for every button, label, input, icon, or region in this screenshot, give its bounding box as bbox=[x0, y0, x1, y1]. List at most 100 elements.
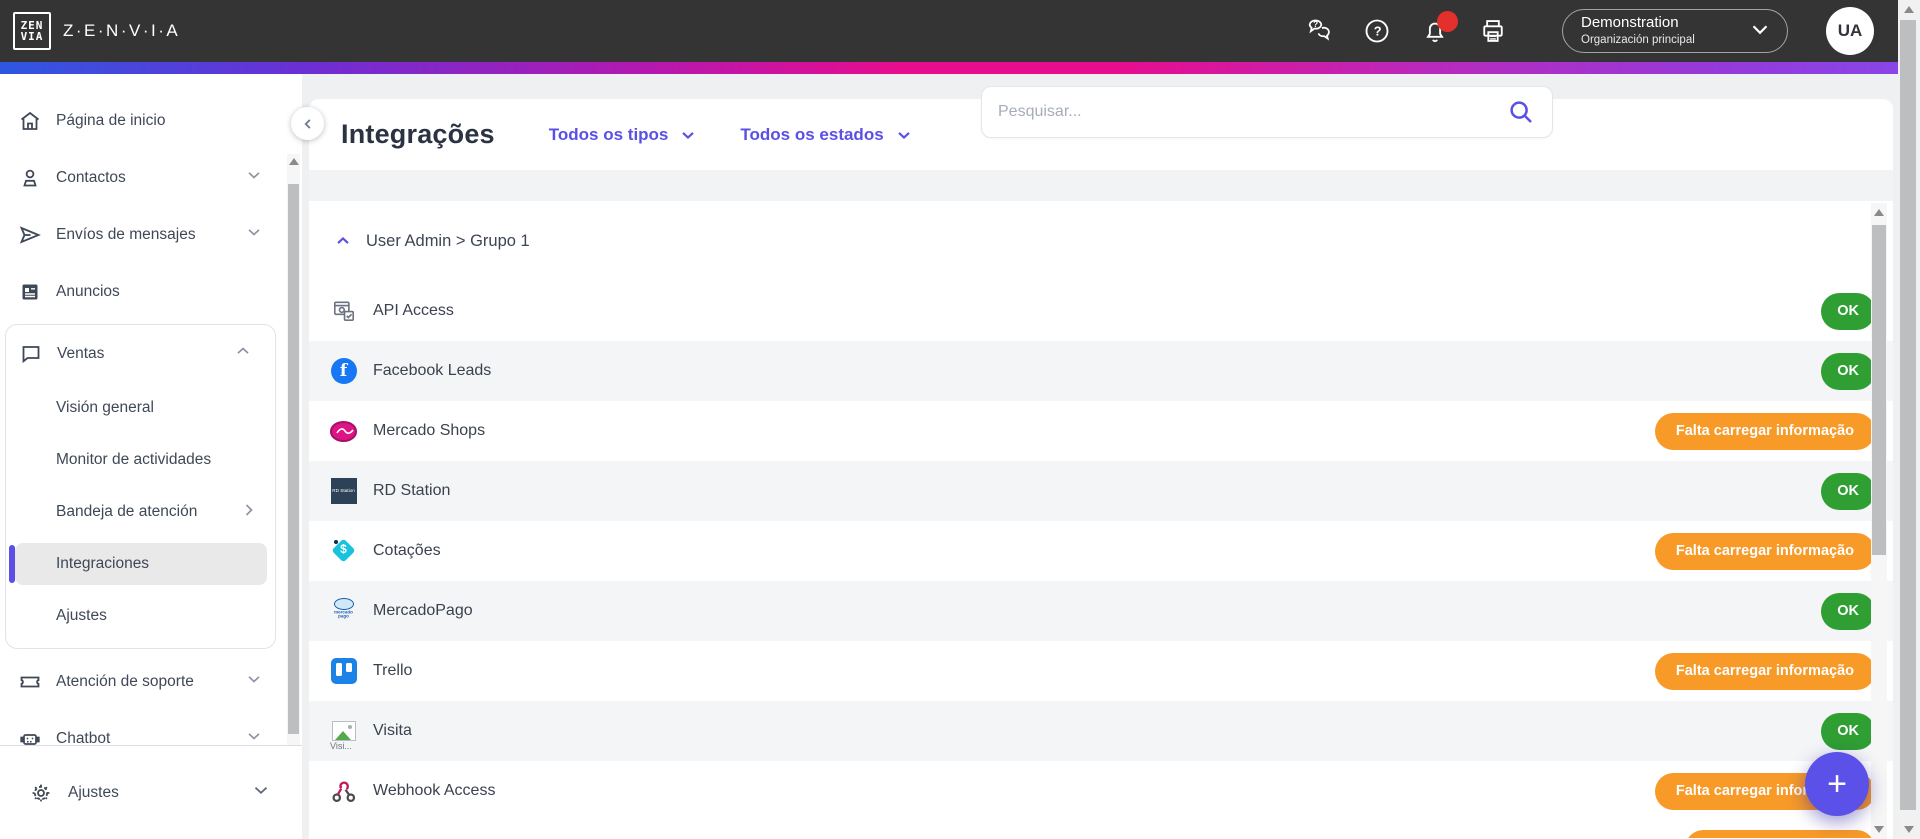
svg-text:?: ? bbox=[1374, 24, 1382, 39]
integration-row-rd-station[interactable]: RD Station RD Station OK bbox=[309, 461, 1893, 521]
scroll-down-arrow[interactable] bbox=[1874, 826, 1884, 833]
page-header-strip: Integrações Todos os tipos Todos os esta… bbox=[309, 86, 1893, 170]
chevron-down-icon bbox=[897, 131, 910, 139]
sidebar-scroll-area: Página de inicio Contactos Envíos de men… bbox=[0, 74, 286, 747]
sidebar-item-integraciones[interactable]: Integraciones bbox=[6, 538, 275, 590]
chat-support-icon[interactable]: ? bbox=[1305, 17, 1333, 45]
integration-row-partial[interactable] bbox=[309, 821, 1893, 838]
sidebar-item-label: Monitor de actividades bbox=[56, 451, 212, 468]
integration-row-webhook-access[interactable]: Webhook Access Falta carregar informação bbox=[309, 761, 1893, 821]
filter-type-dropdown[interactable]: Todos os tipos bbox=[549, 125, 699, 145]
page-title: Integrações bbox=[341, 119, 495, 149]
chevron-up-icon bbox=[233, 341, 253, 366]
integration-row-visita[interactable]: Visi... Visita OK bbox=[309, 701, 1893, 761]
search-input[interactable] bbox=[998, 103, 1506, 121]
group-header-user-admin[interactable]: User Admin > Grupo 1 bbox=[309, 201, 1893, 281]
rd-station-icon: RD Station bbox=[330, 478, 357, 505]
scroll-up-arrow[interactable] bbox=[1904, 6, 1914, 13]
sidebar-item-label: Bandeja de atención bbox=[56, 503, 198, 520]
sidebar-item-label: Ajustes bbox=[68, 783, 119, 801]
contacts-icon bbox=[17, 165, 43, 191]
sidebar-item-ajustes[interactable]: Ajustes bbox=[0, 746, 302, 839]
sidebar-item-label: Ajustes bbox=[56, 607, 107, 624]
sidebar-collapse-button[interactable] bbox=[291, 107, 324, 140]
filter-state-label: Todos os estados bbox=[740, 124, 884, 144]
sidebar-item-label: Página de inicio bbox=[56, 111, 166, 129]
zenvia-logo-icon[interactable]: ZEN VIA bbox=[13, 12, 51, 50]
integration-row-cotacoes[interactable]: $ Cotações Falta carregar informação bbox=[309, 521, 1893, 581]
webhook-icon bbox=[330, 778, 357, 805]
brand-wordmark: Z·E·N·V·I·A bbox=[63, 21, 181, 40]
help-icon[interactable]: ? bbox=[1363, 17, 1391, 45]
integration-name: MercadoPago bbox=[373, 602, 473, 619]
add-integration-button[interactable]: + bbox=[1805, 752, 1869, 816]
sidebar-item-contactos[interactable]: Contactos bbox=[0, 149, 286, 206]
price-tag-icon: $ bbox=[330, 538, 357, 565]
organization-switcher[interactable]: Demonstration Organización principal bbox=[1562, 9, 1788, 53]
integration-row-mercadopago[interactable]: mercado pago MercadoPago OK bbox=[309, 581, 1893, 641]
notifications-bell-icon[interactable] bbox=[1421, 11, 1458, 45]
facebook-icon: f bbox=[330, 358, 357, 385]
integration-row-api-access[interactable]: API Access OK bbox=[309, 281, 1893, 341]
sidebar-item-label: Envíos de mensajes bbox=[56, 225, 196, 243]
sidebar-item-bandeja-atencion[interactable]: Bandeja de atención bbox=[6, 486, 275, 538]
ventas-group-container: Ventas Visión general Monitor de activid… bbox=[5, 324, 276, 649]
integration-row-trello[interactable]: Trello Falta carregar informação bbox=[309, 641, 1893, 701]
chevron-right-icon bbox=[239, 500, 259, 525]
sidebar-item-label: Ventas bbox=[57, 344, 105, 362]
status-badge: Falta carregar informação bbox=[1654, 532, 1875, 570]
scroll-up-arrow[interactable] bbox=[288, 158, 299, 165]
sidebar-item-atencion-soporte[interactable]: Atención de soporte bbox=[0, 653, 286, 710]
header-actions: ? ? bbox=[1305, 0, 1507, 62]
send-icon bbox=[17, 222, 43, 248]
news-icon bbox=[17, 279, 43, 305]
sidebar-item-home[interactable]: Página de inicio bbox=[0, 92, 286, 149]
status-badge: OK bbox=[1821, 352, 1875, 390]
list-scrollbar[interactable] bbox=[1871, 203, 1887, 839]
list-scrollbar-thumb[interactable] bbox=[1872, 225, 1886, 555]
svg-text:?: ? bbox=[1313, 20, 1318, 29]
integration-name: RD Station bbox=[373, 482, 451, 499]
app-window: ZEN VIA Z·E·N·V·I·A ? ? Demonstration Or… bbox=[0, 0, 1920, 839]
filter-state-dropdown[interactable]: Todos os estados bbox=[740, 125, 913, 145]
status-badge: Falta carregar informação bbox=[1654, 412, 1875, 450]
print-icon[interactable] bbox=[1479, 17, 1507, 45]
broken-image-icon: Visi... bbox=[330, 718, 357, 750]
chevron-down-icon bbox=[244, 669, 264, 694]
sidebar-item-vision-general[interactable]: Visión general bbox=[6, 382, 275, 434]
sidebar-item-ajustes-ventas[interactable]: Ajustes bbox=[6, 590, 275, 642]
window-scrollbar[interactable] bbox=[1898, 0, 1920, 839]
sidebar-item-anuncios[interactable]: Anuncios bbox=[0, 263, 286, 320]
chevron-down-icon bbox=[250, 779, 272, 806]
window-scrollbar-thumb[interactable] bbox=[1900, 20, 1916, 810]
chevron-up-icon bbox=[337, 237, 349, 244]
broken-image-alt-text: Visi... bbox=[330, 740, 352, 750]
scroll-down-arrow[interactable] bbox=[1904, 826, 1914, 833]
sidebar-item-ventas[interactable]: Ventas bbox=[6, 325, 275, 382]
status-badge: OK bbox=[1821, 592, 1875, 630]
integration-name: Mercado Shops bbox=[373, 422, 486, 439]
sidebar-scrollbar[interactable] bbox=[287, 154, 300, 817]
integration-row-mercado-shops[interactable]: Mercado Shops Falta carregar informação bbox=[309, 401, 1893, 461]
sidebar-item-monitor-actividades[interactable]: Monitor de actividades bbox=[6, 434, 275, 486]
mercadopago-icon: mercado pago bbox=[330, 597, 357, 625]
integration-name: Trello bbox=[373, 662, 413, 679]
notification-badge-dot bbox=[1437, 11, 1458, 32]
mercado-shops-icon bbox=[330, 418, 357, 445]
sidebar-scrollbar-thumb[interactable] bbox=[288, 184, 299, 734]
integration-row-facebook-leads[interactable]: f Facebook Leads OK bbox=[309, 341, 1893, 401]
integrations-list: User Admin > Grupo 1 API Access OK f Fac… bbox=[309, 201, 1893, 838]
scroll-up-arrow[interactable] bbox=[1874, 209, 1884, 216]
integration-name: Webhook Access bbox=[373, 782, 496, 799]
status-badge-partial bbox=[1685, 830, 1875, 838]
logo-line-2: VIA bbox=[20, 30, 44, 43]
content-spacer-band bbox=[309, 170, 1893, 201]
user-avatar[interactable]: UA bbox=[1826, 7, 1874, 55]
filter-type-label: Todos os tipos bbox=[548, 124, 669, 144]
sidebar-item-envios[interactable]: Envíos de mensajes bbox=[0, 206, 286, 263]
sidebar-item-label: Atención de soporte bbox=[56, 672, 194, 690]
search-icon[interactable] bbox=[1506, 97, 1536, 127]
api-access-icon bbox=[330, 298, 357, 325]
sidebar-item-label: Visión general bbox=[56, 399, 154, 416]
chevron-down-icon bbox=[682, 131, 695, 139]
